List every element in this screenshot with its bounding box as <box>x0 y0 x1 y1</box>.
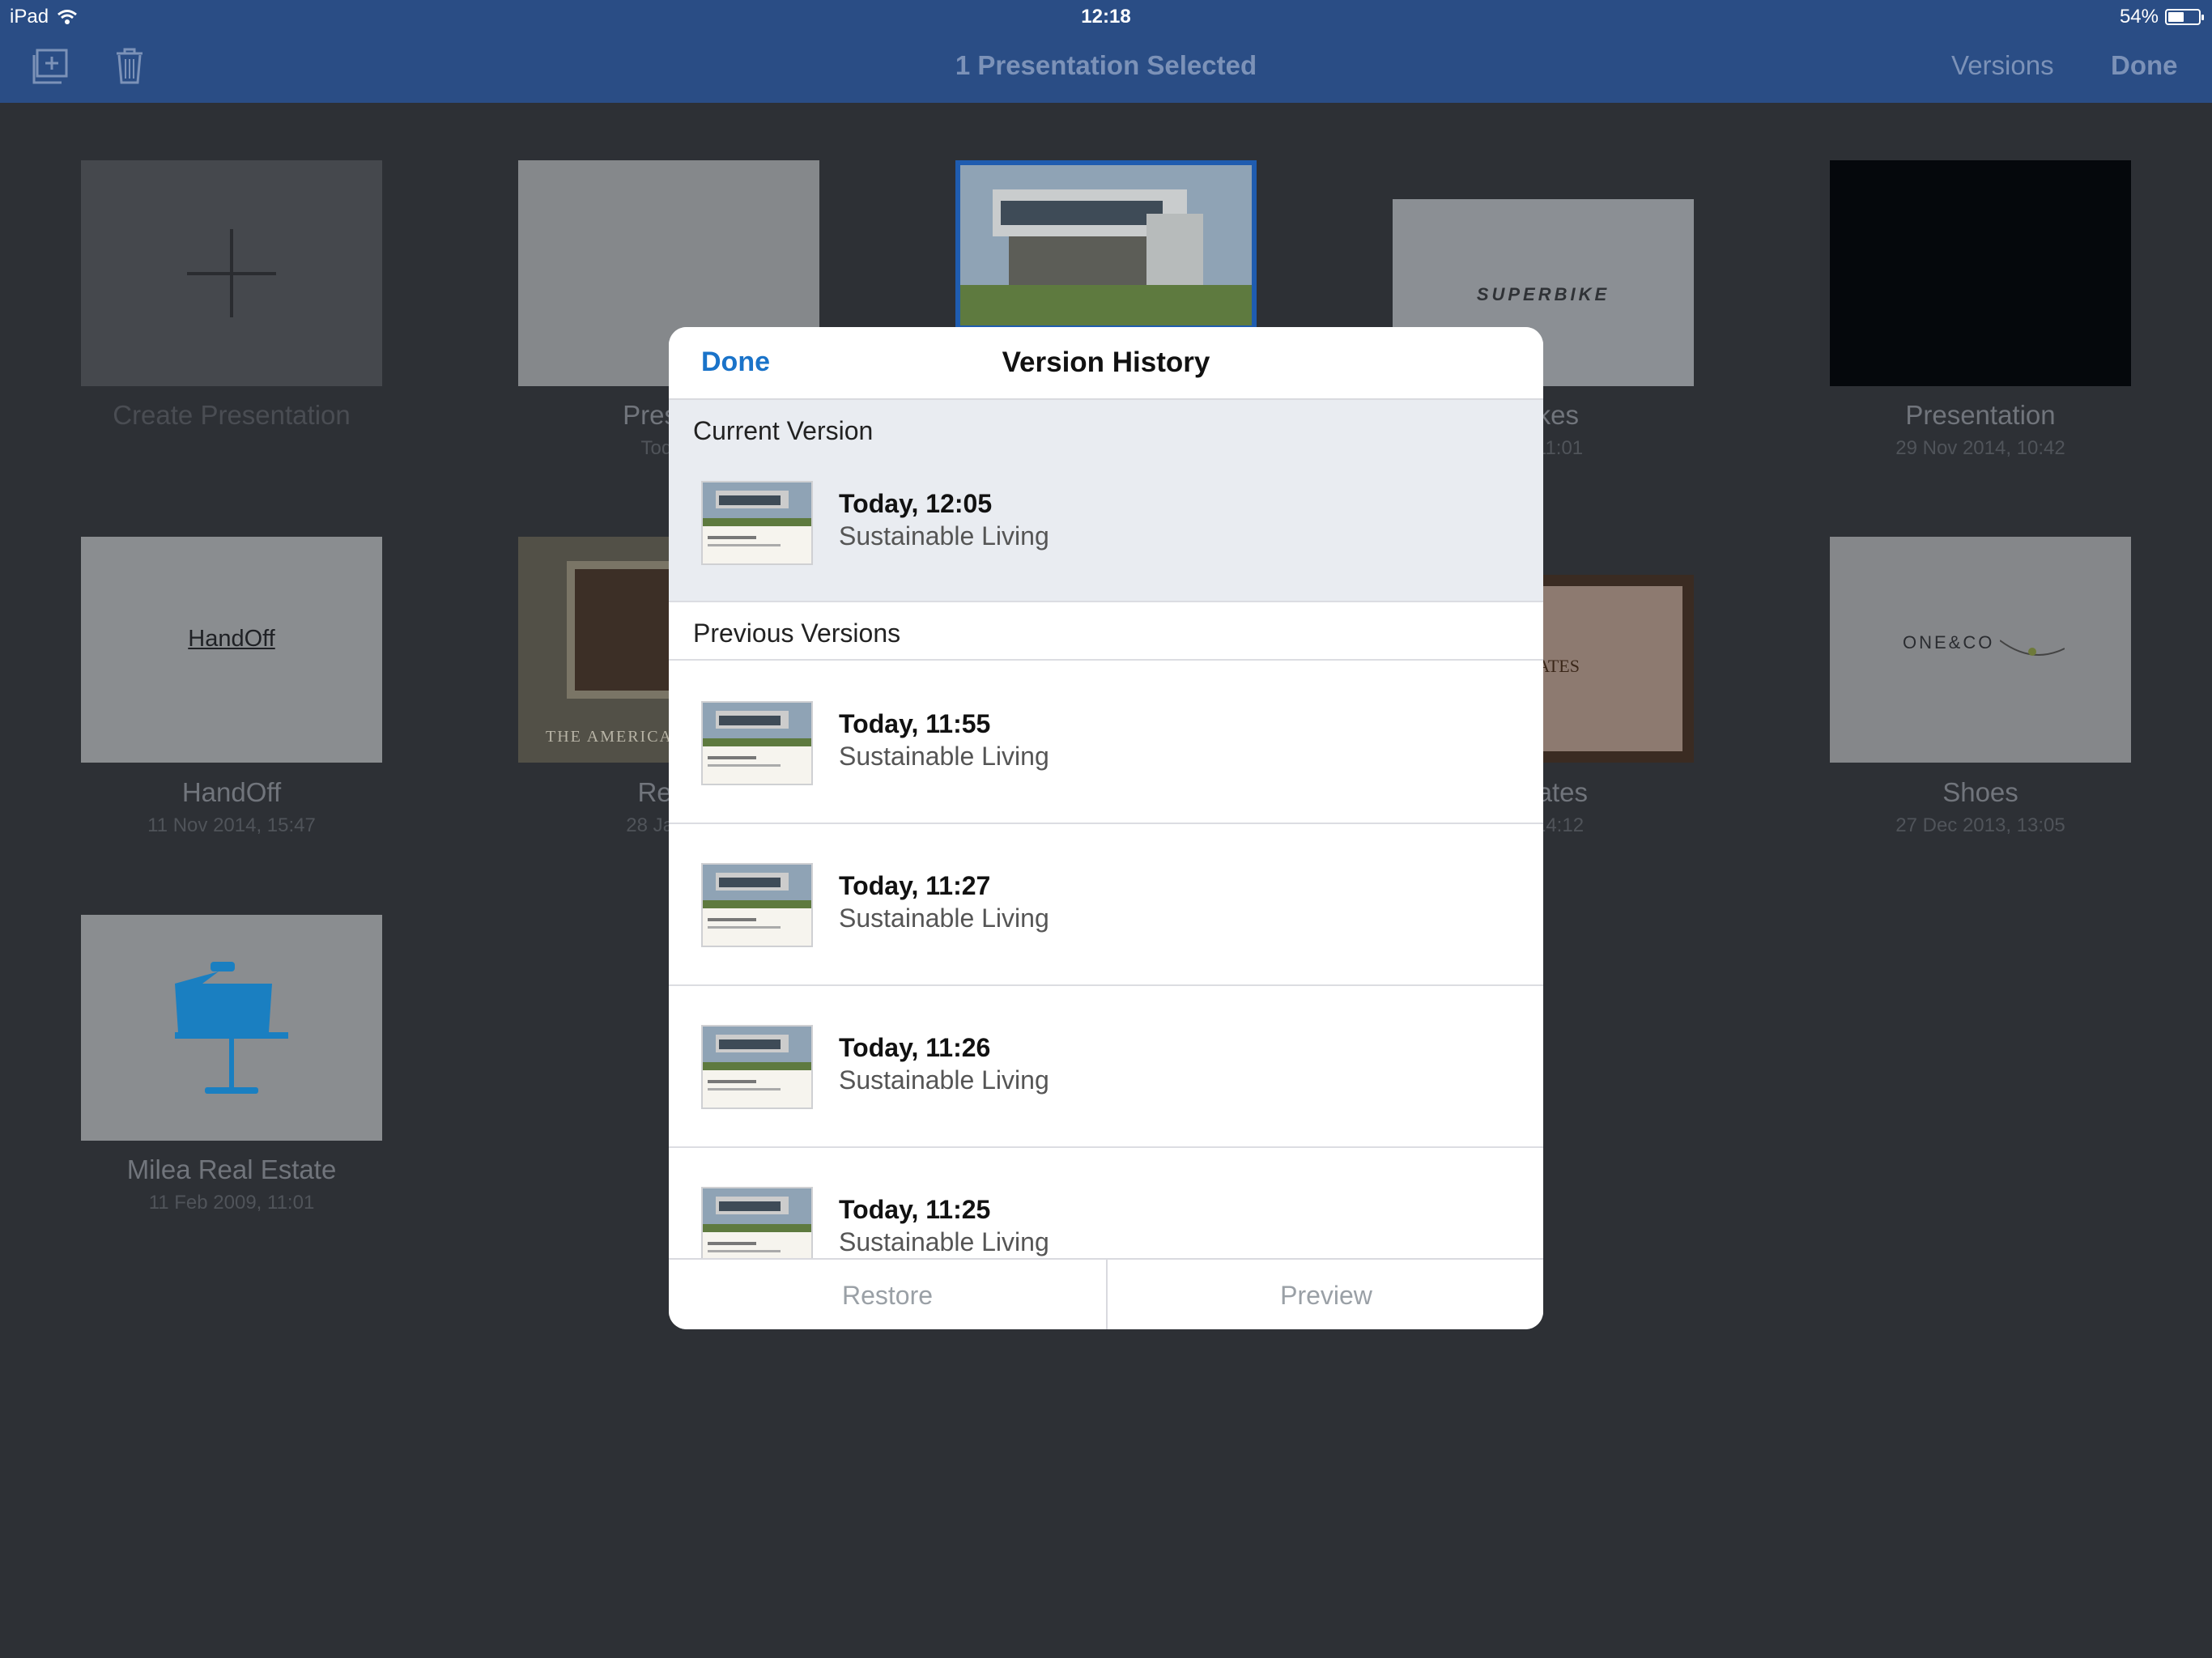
revolution-thumb-text: THE AMERICAN <box>546 728 687 746</box>
tile-date: 11 Nov 2014, 15:47 <box>147 814 316 836</box>
presentation-black-tile[interactable] <box>1830 160 2131 386</box>
house-thumbnail <box>960 165 1252 325</box>
version-thumbnail <box>701 1025 813 1109</box>
version-time: Today, 11:55 <box>839 709 991 738</box>
restore-button[interactable]: Restore <box>669 1260 1106 1329</box>
handoff-tile[interactable]: HandOff <box>81 537 382 763</box>
milea-real-estate-tile[interactable] <box>81 915 382 1141</box>
superbike-logo-text: SUPERBIKE <box>1476 284 1610 304</box>
current-version-row[interactable]: Today, 12:05 Sustainable Living <box>669 460 1543 602</box>
version-thumbnail <box>701 863 813 947</box>
create-presentation-tile[interactable] <box>81 160 382 386</box>
version-thumbnail <box>701 1187 813 1258</box>
tile-label: Create Presentation <box>113 400 351 430</box>
tile-date: 27 Dec 2013, 13:05 <box>1895 814 2065 836</box>
preview-button[interactable]: Preview <box>1108 1260 1543 1329</box>
current-version-header: Current Version <box>669 400 1543 460</box>
version-name: Sustainable Living <box>839 742 1049 771</box>
version-time: Today, 11:26 <box>839 1033 991 1062</box>
tile-label: Shoes <box>1942 777 2018 807</box>
selected-presentation-tile[interactable] <box>955 160 1257 330</box>
nav-done-button[interactable]: Done <box>2111 50 2178 81</box>
top-bar: iPad 12:18 54% 1 Presentation Selected V… <box>0 0 2212 103</box>
nav-title: 1 Presentation Selected <box>955 50 1257 80</box>
oneco-thumb-text: ONE&CO <box>1903 632 1995 653</box>
battery-icon <box>2165 9 2204 25</box>
shoes-tile[interactable]: ONE&CO <box>1830 537 2131 763</box>
handoff-thumb-text: HandOff <box>188 626 275 652</box>
version-thumbnail <box>701 481 813 565</box>
version-time: Today, 12:05 <box>839 489 993 518</box>
version-row[interactable]: Today, 11:27 Sustainable Living <box>669 824 1543 986</box>
tile-label: Presentation <box>1905 400 2056 430</box>
tile-label: HandOff <box>181 777 282 807</box>
dialog-title: Version History <box>1002 346 1210 378</box>
version-row[interactable]: Today, 11:25 Sustainable Living <box>669 1148 1543 1258</box>
tile-date: 29 Nov 2014, 10:42 <box>1895 437 2065 459</box>
previous-versions-header: Previous Versions <box>669 601 1543 661</box>
version-time: Today, 11:25 <box>839 1195 991 1224</box>
version-time: Today, 11:27 <box>839 871 991 900</box>
version-name: Sustainable Living <box>839 1065 1049 1095</box>
version-name: Sustainable Living <box>839 521 1049 551</box>
current-version-section: Current Version Today, 12:05 Sustainable… <box>669 400 1543 602</box>
version-history-dialog: Done Version History Current Version Tod… <box>669 327 1543 1329</box>
version-row[interactable]: Today, 11:55 Sustainable Living <box>669 662 1543 824</box>
tile-label: Milea Real Estate <box>126 1154 337 1184</box>
version-name: Sustainable Living <box>839 903 1049 933</box>
previous-versions-list[interactable]: Today, 11:55 Sustainable Living Today, 1… <box>669 662 1543 1258</box>
battery-percent: 54% <box>2119 6 2159 28</box>
status-bar: iPad 12:18 54% <box>0 0 2212 32</box>
version-row[interactable]: Today, 11:26 Sustainable Living <box>669 986 1543 1148</box>
versions-button[interactable]: Versions <box>1951 50 2054 81</box>
dialog-header: Done Version History <box>669 327 1543 400</box>
version-thumbnail <box>701 701 813 785</box>
status-time: 12:18 <box>1081 6 1131 28</box>
tile-date: 11 Feb 2009, 11:01 <box>148 1192 315 1214</box>
section-header-text: Previous Versions <box>693 619 901 648</box>
keynote-podium-icon <box>175 962 288 1094</box>
version-name: Sustainable Living <box>839 1227 1049 1256</box>
oneco-logo-icon <box>2000 640 2065 656</box>
plus-icon <box>187 229 276 317</box>
dialog-footer: Restore Preview <box>669 1258 1543 1329</box>
section-header-text: Current Version <box>693 416 874 445</box>
